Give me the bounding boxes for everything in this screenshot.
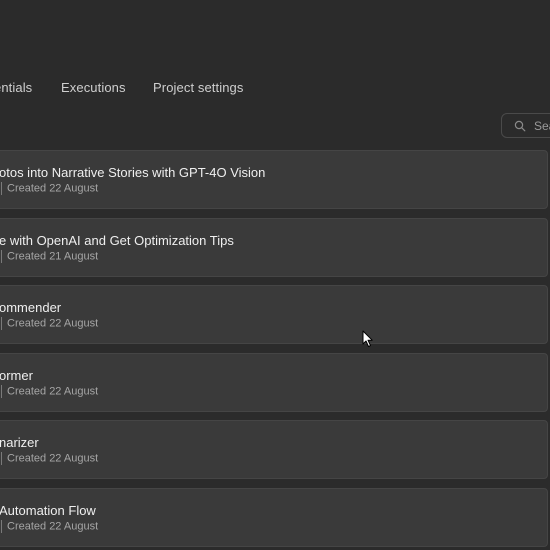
workflow-meta: Created 21 August (0, 249, 99, 264)
workflow-card[interactable]: otos into Narrative Stories with GPT-4O … (0, 150, 548, 209)
meta-separator (1, 519, 2, 533)
workflow-created: Created 22 August (7, 452, 99, 465)
meta-separator (1, 182, 2, 195)
workflow-created: Created 22 August (7, 384, 99, 397)
workflow-meta: Created 22 August (0, 384, 99, 399)
workflow-title[interactable]: ommender (0, 300, 61, 315)
meta-separator (1, 452, 2, 465)
workflow-title[interactable]: ormer (0, 368, 33, 383)
workflow-title[interactable]: Automation Flow (0, 503, 96, 518)
tab-project-settings[interactable]: Project settings (153, 80, 243, 95)
workflow-created: Created 22 August (7, 182, 99, 195)
workflow-title[interactable]: e with OpenAI and Get Optimization Tips (0, 233, 234, 248)
project-tabs: entials Executions Project settings (0, 76, 550, 100)
workflow-created: Created 21 August (7, 249, 99, 262)
tab-credentials[interactable]: entials (0, 80, 32, 95)
workflow-card[interactable]: Automation Flow Created 22 August (0, 487, 548, 547)
workflow-meta: Created 22 August (0, 317, 98, 331)
search-icon (514, 120, 526, 132)
meta-separator (1, 317, 2, 330)
search-box[interactable] (501, 113, 550, 138)
search-input[interactable] (534, 117, 550, 134)
workflow-card[interactable]: ommender Created 22 August (0, 285, 548, 344)
workflow-card[interactable]: narizer Created 22 August (0, 420, 548, 479)
workflow-meta: Created 22 August (0, 182, 98, 196)
workflow-created: Created 22 August (7, 519, 99, 532)
meta-separator (1, 384, 2, 398)
workflow-card[interactable]: ormer Created 22 August (0, 352, 548, 412)
workflow-meta: Created 22 August (0, 519, 99, 534)
workflow-created: Created 22 August (7, 317, 99, 330)
tab-executions[interactable]: Executions (61, 80, 126, 95)
workflow-title[interactable]: narizer (0, 435, 39, 450)
workflow-title[interactable]: otos into Narrative Stories with GPT-4O … (0, 165, 265, 180)
workflows-page: entials Executions Project settings otos… (0, 0, 550, 550)
meta-separator (1, 249, 2, 263)
workflow-meta: Created 22 August (0, 452, 98, 466)
workflow-card[interactable]: e with OpenAI and Get Optimization Tips … (0, 217, 548, 277)
